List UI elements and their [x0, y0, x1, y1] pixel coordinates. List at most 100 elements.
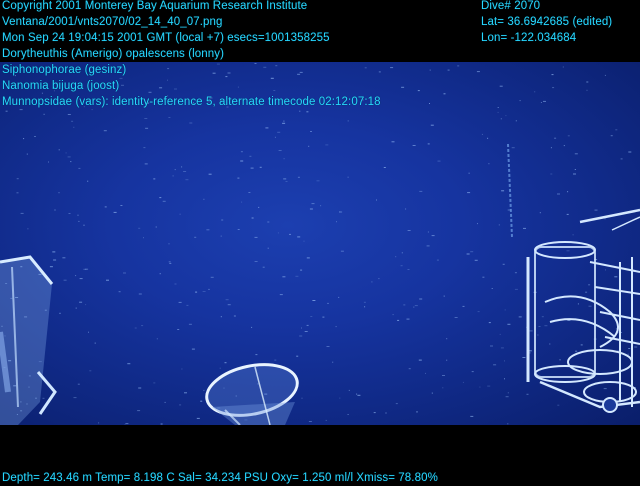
snow-particle [481, 133, 483, 135]
snow-particle [53, 259, 57, 261]
snow-particle [325, 144, 329, 146]
snow-particle [427, 143, 430, 145]
snow-particle [306, 111, 309, 113]
snow-particle [566, 250, 570, 252]
snow-particle [202, 291, 206, 292]
snow-particle [471, 371, 474, 373]
longitude-text: Lon= -122.034684 [481, 32, 577, 44]
snow-particle [301, 397, 303, 399]
snow-particle [538, 326, 541, 327]
snow-particle [203, 389, 205, 391]
snow-particle [309, 208, 313, 210]
snow-particle [467, 192, 471, 194]
snow-particle [254, 63, 257, 64]
snow-particle [514, 272, 517, 274]
snow-particle [523, 227, 526, 229]
snow-particle [442, 375, 445, 376]
snow-particle [73, 126, 75, 128]
snow-particle [442, 387, 444, 389]
snow-particle [78, 220, 80, 222]
snow-particle [216, 63, 220, 65]
snow-particle [240, 160, 244, 162]
snow-particle [274, 359, 277, 361]
snow-particle [588, 305, 592, 307]
snow-particle [221, 219, 224, 221]
snow-particle [141, 325, 144, 327]
snow-particle [347, 176, 349, 178]
snow-particle [103, 130, 107, 132]
snow-particle [58, 192, 60, 194]
snow-particle [511, 147, 515, 149]
snow-particle [289, 233, 291, 235]
snow-particle [407, 230, 411, 231]
snow-particle [248, 192, 251, 193]
snow-particle [594, 209, 598, 211]
underwater-scene [0, 62, 640, 425]
snow-particle [240, 151, 243, 153]
snow-particle [457, 65, 460, 67]
snow-particle [299, 71, 303, 73]
snow-particle [487, 137, 489, 139]
snow-particle [123, 272, 126, 274]
snow-particle [233, 315, 236, 317]
snow-particle [58, 149, 60, 151]
snow-particle [162, 200, 166, 202]
snow-particle [557, 404, 560, 406]
snow-particle [406, 318, 410, 320]
snow-particle [185, 179, 189, 181]
snow-particle [194, 236, 197, 238]
file-path-text: Ventana/2001/vnts2070/02_14_40_07.png [2, 16, 223, 28]
snow-particle [274, 136, 276, 138]
snow-particle [339, 397, 341, 399]
snow-particle [169, 262, 172, 264]
snow-particle [577, 303, 579, 305]
snow-particle [378, 278, 380, 280]
snow-particle [540, 102, 542, 103]
snow-particle [220, 316, 222, 318]
snow-particle [588, 284, 591, 286]
snow-particle [301, 327, 302, 329]
snow-particle [454, 317, 458, 318]
snow-particle [325, 419, 327, 421]
snow-particle [143, 237, 144, 239]
snow-particle [189, 122, 193, 124]
snow-particle [550, 147, 552, 149]
snow-particle [77, 214, 79, 216]
snow-particle [310, 316, 313, 317]
snow-particle [376, 199, 377, 201]
snow-particle [431, 392, 433, 394]
latitude-text: Lat= 36.6942685 (edited) [481, 16, 613, 28]
snow-particle [16, 192, 19, 194]
snow-particle [418, 359, 422, 361]
snow-particle [408, 368, 411, 370]
snow-particle [395, 256, 397, 258]
dive-number-text: Dive# 2070 [481, 0, 541, 12]
snow-particle [77, 383, 80, 385]
snow-particle [306, 324, 309, 326]
snow-particle [304, 331, 308, 332]
snow-particle [427, 231, 429, 233]
snow-particle [5, 110, 8, 112]
snow-particle [383, 167, 386, 168]
snow-particle [580, 344, 583, 346]
snow-particle [390, 67, 394, 69]
snow-particle [144, 118, 148, 119]
snow-particle [134, 327, 137, 329]
snow-particle [20, 212, 24, 214]
snow-particle [462, 381, 464, 383]
snow-particle [572, 234, 574, 236]
snow-particle [196, 417, 200, 419]
snow-particle [26, 153, 28, 155]
snow-particle [87, 180, 89, 182]
video-frame: Copyright 2001 Monterey Bay Aquarium Res… [0, 0, 640, 486]
snow-particle [541, 316, 544, 318]
snow-particle [267, 221, 270, 223]
snow-particle [191, 348, 195, 350]
annotation-line: Nanomia bijuga (joost) [2, 80, 120, 92]
snow-particle [347, 414, 349, 415]
snow-particle [104, 206, 107, 208]
snow-particle [437, 160, 441, 162]
snow-particle [491, 288, 493, 289]
snow-particle [603, 388, 607, 390]
snow-particle [332, 361, 334, 363]
